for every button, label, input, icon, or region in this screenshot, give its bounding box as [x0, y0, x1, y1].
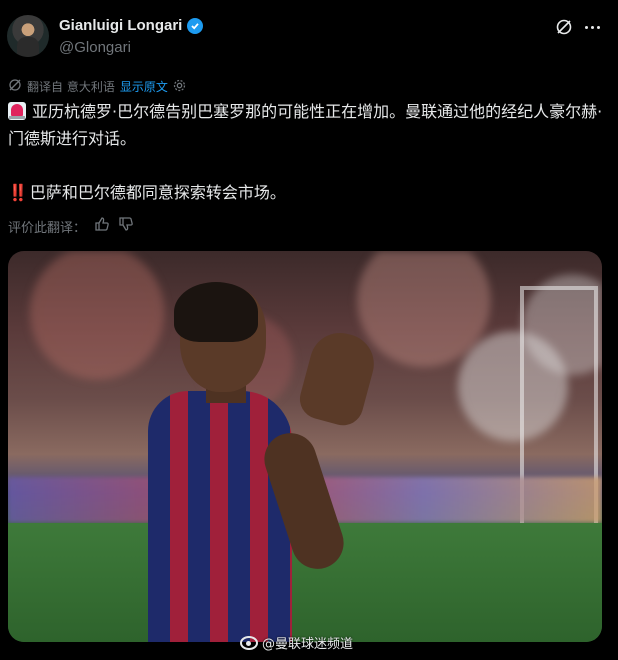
weibo-icon	[240, 635, 258, 650]
gear-icon[interactable]	[173, 79, 186, 95]
thumbs-down-icon[interactable]	[118, 216, 134, 236]
tweet-photo[interactable]	[8, 251, 602, 642]
tweet-text: 亚历杭德罗·巴尔德告别巴塞罗那的可能性正在增加。曼联通过他的经纪人豪尔赫·门德斯…	[8, 98, 608, 206]
thumbs-up-icon[interactable]	[94, 216, 110, 236]
translated-from-label: 翻译自 意大利语	[27, 80, 115, 94]
more-icon[interactable]	[585, 26, 600, 29]
rate-translation-row: 评价此翻译：	[8, 216, 134, 236]
tweet-line-1: 亚历杭德罗·巴尔德告别巴塞罗那的可能性正在增加。曼联通过他的经纪人豪尔赫·门德斯…	[8, 102, 603, 148]
tweet-paragraph-2: ‼️ 巴萨和巴尔德都同意探索转会市场。	[8, 179, 608, 206]
translate-icon	[8, 78, 22, 95]
display-name[interactable]: Gianluigi Longari	[59, 17, 182, 34]
tweet-line-2: 巴萨和巴尔德都同意探索转会市场。	[29, 183, 286, 202]
rate-translation-label: 评价此翻译：	[8, 220, 87, 236]
avatar[interactable]	[7, 15, 49, 57]
player-hair	[174, 282, 258, 342]
show-original-link[interactable]: 显示原文	[120, 78, 168, 95]
player-jersey	[148, 391, 292, 642]
author-name-row: Gianluigi Longari	[59, 17, 204, 34]
grok-icon[interactable]	[555, 18, 573, 36]
verified-badge-icon	[187, 17, 204, 34]
author-handle[interactable]: @Glongari	[59, 39, 131, 56]
photo-watermark: @曼联球迷频道	[240, 633, 353, 652]
police-light-emoji	[8, 102, 26, 120]
translation-bar: 翻译自 意大利语 显示原文	[8, 78, 186, 95]
watermark-text: @曼联球迷频道	[262, 637, 354, 652]
tweet-paragraph-1: 亚历杭德罗·巴尔德告别巴塞罗那的可能性正在增加。曼联通过他的经纪人豪尔赫·门德斯…	[8, 98, 608, 152]
double-exclamation-emoji: ‼️	[8, 183, 28, 202]
